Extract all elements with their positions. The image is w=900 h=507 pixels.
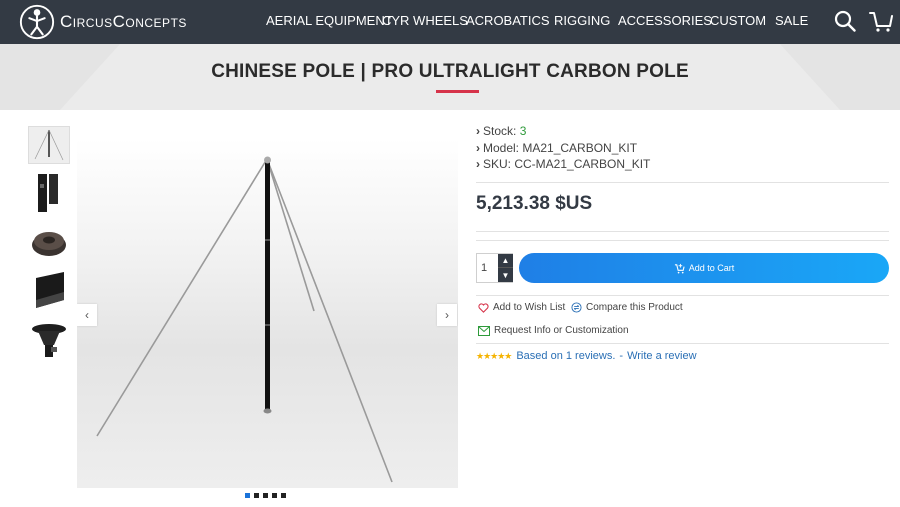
nav-item-acrobatics[interactable]: ACROBATICS	[466, 13, 550, 28]
model-line: › Model: MA21_CARBON_KIT	[476, 141, 637, 155]
stock-label: Stock:	[483, 124, 517, 138]
base-plate-icon	[32, 232, 66, 256]
stock-value: 3	[519, 124, 527, 138]
brand-name: CircusConcepts	[60, 12, 187, 31]
page-hero: CHINESE POLE | PRO ULTRALIGHT CARBON POL…	[0, 44, 900, 110]
wishlist-label: Add to Wish List	[493, 302, 566, 313]
cart-add-icon	[674, 263, 685, 273]
divider	[476, 231, 889, 232]
nav-item-cyr-wheels[interactable]: CYR WHEELS	[382, 13, 468, 28]
stock-line: › Stock: 3	[476, 124, 526, 138]
sku-line: › SKU: CC-MA21_CARBON_KIT	[476, 157, 650, 171]
write-review-link[interactable]: Write a review	[627, 350, 696, 362]
chevron-right-icon: ›	[476, 141, 480, 155]
thumbnail-base-plate[interactable]	[28, 223, 70, 261]
slide-dot[interactable]	[263, 493, 268, 498]
logo-icon	[19, 4, 55, 40]
top-mount-icon	[32, 324, 66, 357]
pole-sections-icon	[38, 174, 58, 212]
sku-value: SKU: CC-MA21_CARBON_KIT	[483, 157, 651, 171]
thumbnail-top-mount[interactable]	[28, 320, 70, 358]
divider	[476, 240, 889, 241]
top-navbar: CircusConcepts AERIAL EQUIPMENT CYR WHEE…	[0, 0, 900, 44]
nav-item-sale[interactable]: SALE	[775, 13, 808, 28]
cart-icon[interactable]	[868, 8, 894, 34]
quantity-input[interactable]: 1	[481, 262, 487, 274]
heart-icon	[478, 302, 489, 313]
next-slide-button[interactable]: ›	[437, 304, 457, 326]
thumbnail-pole-tripod[interactable]	[28, 126, 70, 164]
request-info-label: Request Info or Customization	[494, 325, 629, 336]
search-icon[interactable]	[834, 10, 856, 32]
nav-item-custom[interactable]: CUSTOM	[710, 13, 766, 28]
quantity-stepper: 1 ▲ ▼	[476, 253, 513, 283]
chevron-right-icon: ›	[476, 157, 480, 171]
reviews-row: ★★★★★ Based on 1 reviews. - Write a revi…	[476, 350, 697, 362]
tripod-thumbnail-icon	[29, 127, 69, 163]
divider	[476, 295, 889, 296]
product-main-image[interactable]: ‹ ›	[77, 139, 458, 488]
reviews-separator: -	[619, 350, 624, 362]
compare-icon	[571, 302, 582, 313]
title-underline	[436, 90, 479, 93]
thumbnail-pole-segment[interactable]	[28, 271, 70, 309]
star-rating-icon: ★★★★★	[476, 350, 512, 361]
brand-logo[interactable]: CircusConcepts	[18, 2, 187, 42]
product-price: 5,213.38 $US	[476, 193, 593, 214]
nav-item-rigging[interactable]: RIGGING	[554, 13, 610, 28]
slide-dot[interactable]	[272, 493, 277, 498]
envelope-icon	[478, 325, 490, 336]
pole-segment-icon	[36, 272, 64, 308]
nav-item-accessories[interactable]: ACCESSORIES	[618, 13, 712, 28]
model-value: Model: MA21_CARBON_KIT	[483, 141, 638, 155]
compare-link[interactable]: Compare this Product	[571, 302, 683, 313]
prev-slide-button[interactable]: ‹	[77, 304, 97, 326]
slide-dot[interactable]	[254, 493, 259, 498]
divider	[476, 182, 889, 183]
chinese-pole-tripod-image	[96, 156, 393, 483]
chevron-right-icon: ›	[476, 124, 480, 138]
chevron-left-icon: ‹	[85, 308, 89, 322]
slide-pagination	[245, 493, 286, 498]
divider	[476, 343, 889, 344]
chevron-up-icon: ▲	[501, 256, 510, 265]
chevron-right-icon: ›	[445, 308, 449, 322]
quantity-decrease-button[interactable]: ▼	[498, 268, 513, 282]
reviews-count-link[interactable]: Based on 1 reviews.	[516, 350, 615, 362]
add-to-cart-label: Add to Cart	[688, 263, 735, 273]
wishlist-link[interactable]: Add to Wish List	[478, 302, 565, 313]
quantity-increase-button[interactable]: ▲	[498, 254, 513, 268]
add-to-cart-button[interactable]: Add to Cart	[519, 253, 889, 283]
slide-dot[interactable]	[245, 493, 250, 498]
chevron-down-icon: ▼	[501, 270, 510, 280]
request-info-link[interactable]: Request Info or Customization	[478, 325, 629, 336]
slide-dot[interactable]	[281, 493, 286, 498]
nav-item-aerial-equipment[interactable]: AERIAL EQUIPMENT	[266, 13, 393, 28]
page-title: CHINESE POLE | PRO ULTRALIGHT CARBON POL…	[211, 61, 689, 82]
thumbnail-pole-sections[interactable]	[28, 174, 70, 212]
compare-label: Compare this Product	[586, 302, 683, 313]
